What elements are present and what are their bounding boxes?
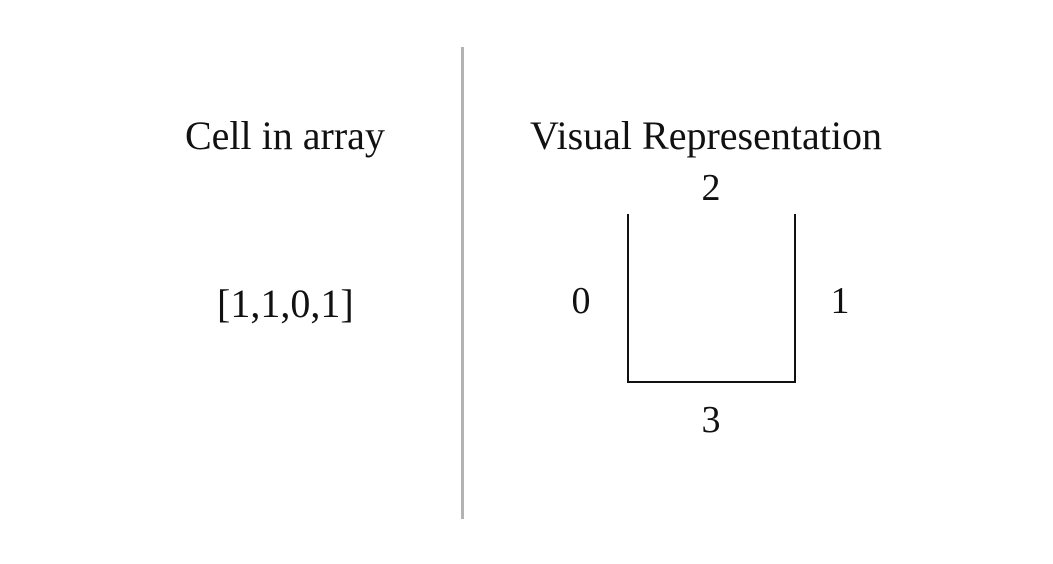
side-label-right: 1 [830, 280, 850, 322]
side-label-top: 2 [701, 167, 721, 209]
cell-in-array-heading: Cell in array [185, 113, 385, 158]
side-label-left: 0 [571, 280, 591, 322]
array-value: [1,1,0,1] [217, 281, 354, 326]
visual-representation-heading: Visual Representation [530, 113, 882, 158]
column-divider [461, 47, 464, 519]
side-label-bottom: 3 [701, 399, 721, 441]
cell-diagram [627, 214, 796, 383]
